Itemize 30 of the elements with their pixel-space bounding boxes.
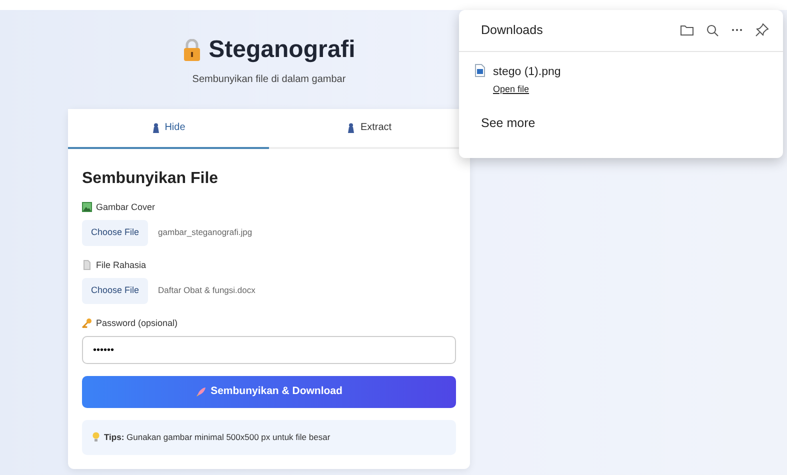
field-label: File Rahasia xyxy=(96,258,146,272)
choose-file-button[interactable]: Choose File xyxy=(82,220,148,246)
open-file-link[interactable]: Open file xyxy=(493,83,530,96)
tab[interactable]: Hide xyxy=(68,108,269,148)
more-icon[interactable] xyxy=(731,28,743,32)
pin-icon[interactable] xyxy=(755,23,769,38)
file-name: gambar_steganografi.jpg xyxy=(158,226,252,240)
download-file-name: stego (1).png xyxy=(493,66,561,78)
document-icon xyxy=(82,260,92,270)
padlock-icon xyxy=(182,39,201,61)
field-label: Gambar Cover xyxy=(96,200,156,214)
lightbulb-icon xyxy=(92,432,100,442)
search-icon[interactable] xyxy=(706,24,719,37)
submit-button[interactable]: Sembunyikan & Download xyxy=(82,376,456,408)
image-file-icon xyxy=(475,64,485,77)
app-title: Steganografi xyxy=(208,35,356,65)
pawn-icon xyxy=(347,122,356,132)
key-icon xyxy=(82,318,92,328)
app-subtitle: Sembunyikan file di dalam gambar xyxy=(192,73,346,87)
tip-text: Tips: Gunakan gambar minimal 500x500 px untuk file besar xyxy=(104,431,330,444)
password-field[interactable]: •••••• xyxy=(82,336,456,364)
panel-title: Downloads xyxy=(481,22,543,39)
choose-file-button[interactable]: Choose File xyxy=(82,278,148,304)
file-name: Daftar Obat & fungsi.docx xyxy=(158,284,256,298)
pawn-icon xyxy=(152,122,160,132)
image-icon xyxy=(82,202,92,212)
form-heading: Sembunyikan File xyxy=(82,168,220,188)
folder-icon[interactable] xyxy=(680,24,694,36)
see-more-link[interactable]: See more xyxy=(477,112,540,134)
field-label: Password (opsional) xyxy=(96,316,178,330)
